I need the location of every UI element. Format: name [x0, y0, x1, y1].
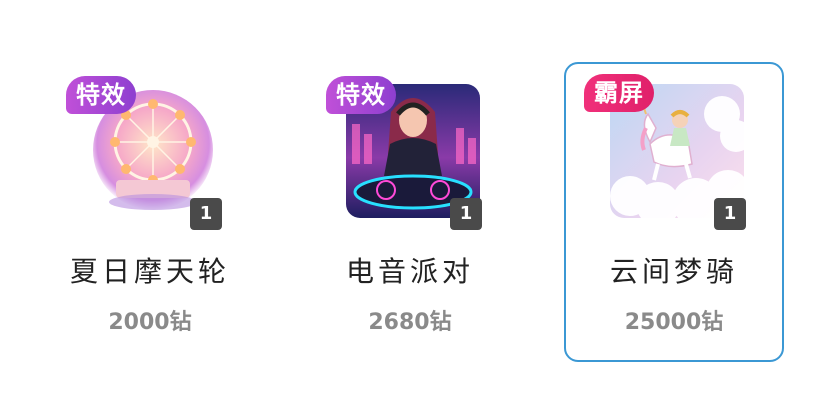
gift-name: 夏日摩天轮: [69, 255, 230, 288]
gift-name: 云间梦骑: [609, 255, 738, 288]
gift-price: 2000钻: [108, 310, 192, 335]
effect-tag: 特效: [66, 76, 136, 114]
gift-card-summer-ferris-wheel[interactable]: 特效 1 夏日摩天轮 2000钻: [40, 62, 260, 362]
gift-price: 2680钻: [368, 310, 452, 335]
quantity-badge: 1: [190, 198, 222, 230]
quantity-badge: 1: [714, 198, 746, 230]
gift-grid: 特效 1 夏日摩天轮 2000钻 特效 1 电音派对 2680钻 霸屏 1 云间…: [0, 0, 832, 406]
effect-tag: 特效: [326, 76, 396, 114]
fullscreen-tag: 霸屏: [584, 74, 654, 112]
gift-name: 电音派对: [345, 255, 474, 288]
gift-price: 25000钻: [624, 310, 724, 335]
gift-card-electronic-party[interactable]: 特效 1 电音派对 2680钻: [300, 62, 520, 362]
quantity-badge: 1: [450, 198, 482, 230]
gift-card-cloud-dream-ride[interactable]: 霸屏 1 云间梦骑 25000钻: [564, 62, 784, 362]
